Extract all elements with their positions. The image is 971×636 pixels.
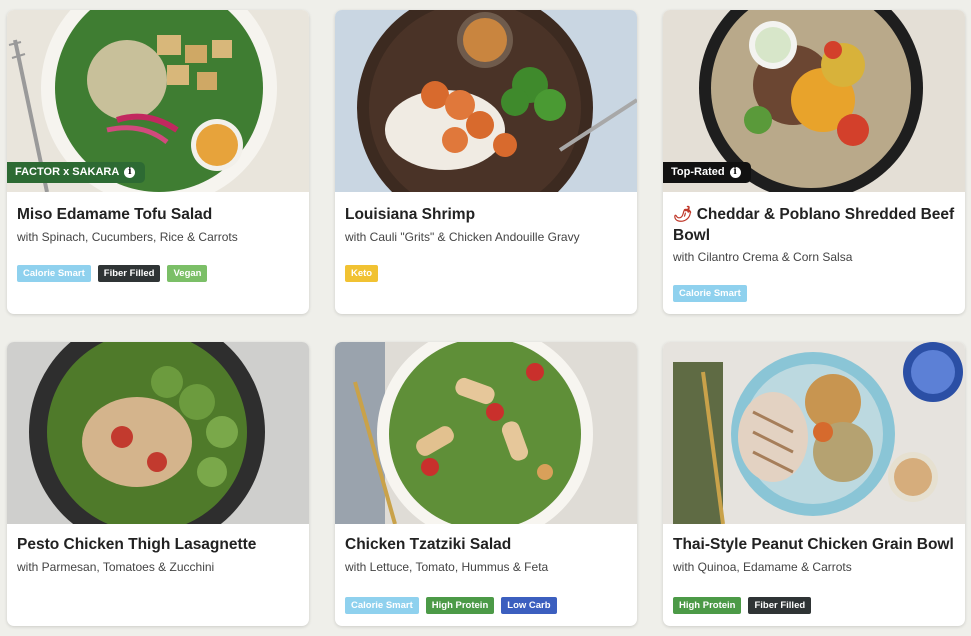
diet-tags: Calorie Smart Fiber Filled Vegan (17, 265, 208, 282)
meal-photo (663, 342, 965, 524)
meal-photo (335, 342, 637, 524)
meal-subtitle: with Quinoa, Edamame & Carrots (673, 560, 852, 574)
meal-card-thai-peanut-chicken-bowl[interactable]: Thai-Style Peanut Chicken Grain Bowl wit… (663, 342, 965, 626)
info-icon[interactable]: i (729, 167, 741, 178)
tag-vegan: Vegan (167, 265, 208, 282)
meal-card-cheddar-poblano-beef-bowl[interactable]: Top-Rated i 🌶 Cheddar & Poblano Shredded … (663, 10, 965, 314)
diet-tags: High Protein Fiber Filled (673, 597, 812, 614)
meal-grid: FACTOR x SAKARA i Miso Edamame Tofu Sala… (0, 0, 971, 636)
meal-title: Thai-Style Peanut Chicken Grain Bowl (673, 536, 954, 553)
meal-card-pesto-chicken-lasagnette[interactable]: Pesto Chicken Thigh Lasagnette with Parm… (7, 342, 309, 626)
tag-high-protein: High Protein (673, 597, 742, 614)
tag-keto: Keto (345, 265, 379, 282)
info-icon[interactable]: i (124, 167, 136, 178)
top-rated-badge-label: Top-Rated (671, 166, 725, 178)
tag-calorie-smart: Calorie Smart (673, 285, 747, 302)
meal-card-chicken-tzatziki-salad[interactable]: Chicken Tzatziki Salad with Lettuce, Tom… (335, 342, 637, 626)
meal-card-louisiana-shrimp[interactable]: Louisiana Shrimp with Cauli "Grits" & Ch… (335, 10, 637, 314)
meal-subtitle: with Spinach, Cucumbers, Rice & Carrots (17, 230, 238, 244)
tag-fiber-filled: Fiber Filled (748, 597, 812, 614)
chili-pepper-icon: 🌶 (673, 206, 693, 223)
meal-subtitle: with Lettuce, Tomato, Hummus & Feta (345, 560, 549, 574)
diet-tags: Calorie Smart High Protein Low Carb (345, 597, 557, 614)
partner-badge: FACTOR x SAKARA i (7, 162, 146, 183)
top-rated-badge: Top-Rated i (663, 162, 751, 183)
meal-title: Miso Edamame Tofu Salad (17, 206, 213, 223)
meal-title: Chicken Tzatziki Salad (345, 536, 512, 553)
tag-calorie-smart: Calorie Smart (17, 265, 91, 282)
tag-high-protein: High Protein (425, 597, 495, 614)
meal-title: Pesto Chicken Thigh Lasagnette (17, 536, 257, 553)
meal-title: Louisiana Shrimp (345, 206, 476, 223)
diet-tags: Keto (345, 265, 379, 282)
meal-card-miso-edamame-tofu-salad[interactable]: FACTOR x SAKARA i Miso Edamame Tofu Sala… (7, 10, 309, 314)
meal-title-text: Cheddar & Poblano Shredded Beef Bowl (673, 206, 955, 244)
tag-calorie-smart: Calorie Smart (345, 597, 419, 614)
meal-subtitle: with Cauli "Grits" & Chicken Andouille G… (345, 230, 580, 244)
tag-low-carb: Low Carb (501, 597, 557, 614)
tag-fiber-filled: Fiber Filled (97, 265, 161, 282)
meal-subtitle: with Parmesan, Tomatoes & Zucchini (17, 560, 215, 574)
meal-photo (335, 10, 637, 192)
meal-subtitle: with Cilantro Crema & Corn Salsa (673, 250, 853, 264)
meal-photo (7, 342, 309, 524)
meal-title: 🌶 Cheddar & Poblano Shredded Beef Bowl (673, 204, 955, 246)
diet-tags: Calorie Smart (673, 285, 747, 302)
partner-badge-label: FACTOR x SAKARA (15, 166, 120, 178)
